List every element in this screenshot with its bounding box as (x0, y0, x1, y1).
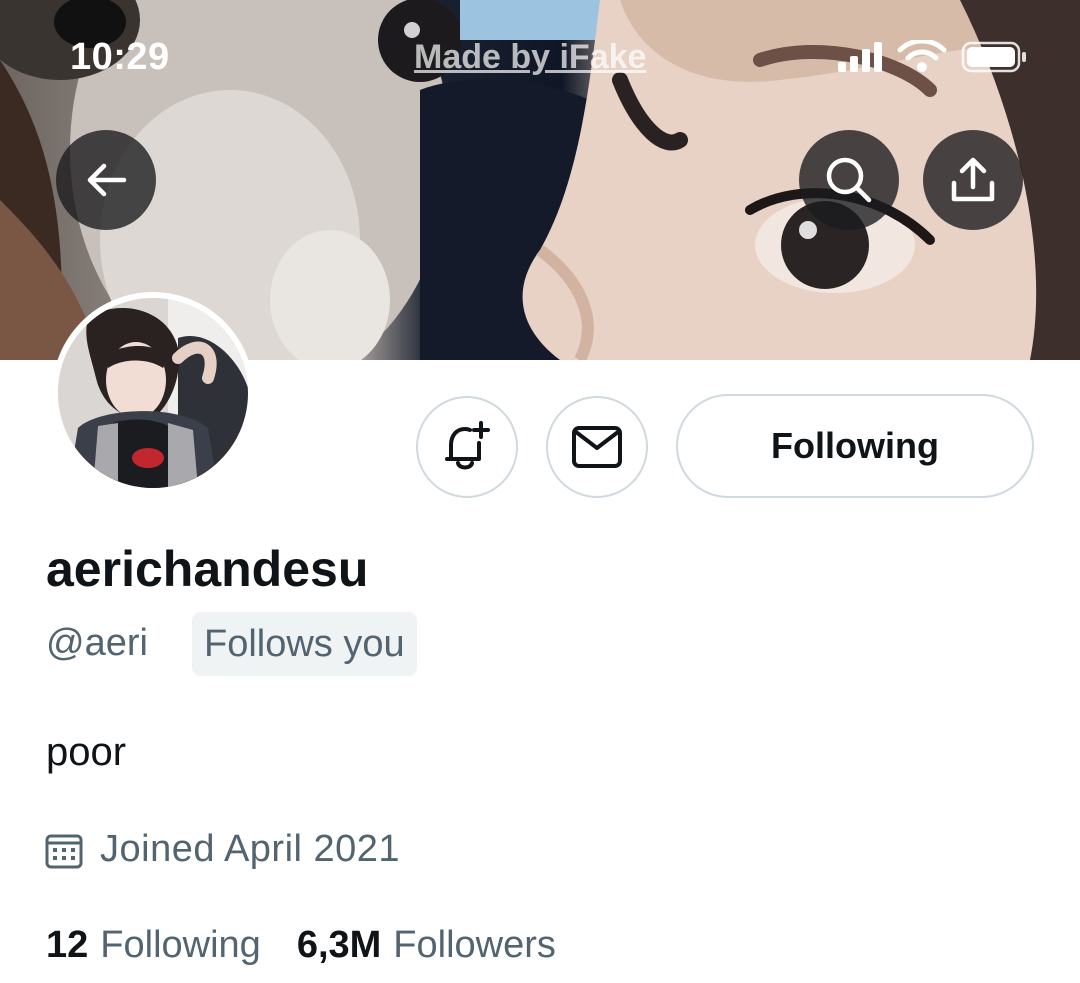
bell-plus-icon (445, 421, 490, 470)
message-button[interactable] (546, 396, 648, 498)
back-button[interactable] (56, 130, 156, 230)
user-handle: @aeri (46, 622, 148, 664)
follows-you-badge: Follows you (192, 612, 417, 676)
watermark-text: Made by iFake (414, 38, 647, 76)
status-bar-time: 10:29 (70, 36, 170, 78)
following-count: 12 (46, 924, 89, 966)
status-bar-icons (838, 40, 1026, 73)
profile-page: 10:29 Made by iFake Following aerichande… (0, 0, 1080, 983)
followers-stat-link[interactable]: 6,3M Followers (297, 924, 556, 967)
display-name: aerichandesu (46, 541, 369, 597)
joined-date-text: Joined April 2021 (100, 828, 401, 870)
followers-label: Followers (393, 924, 556, 966)
follow-stats: 12 Following 6,3M Followers (46, 924, 556, 967)
arrow-left-icon (87, 163, 127, 197)
share-button[interactable] (923, 130, 1023, 230)
share-upload-icon (951, 157, 995, 202)
profile-bio: poor (46, 730, 127, 774)
search-icon (826, 157, 872, 203)
following-button[interactable]: Following (676, 394, 1034, 498)
notifications-toggle-button[interactable] (416, 396, 518, 498)
profile-avatar[interactable] (52, 292, 254, 494)
followers-count: 6,3M (296, 924, 382, 966)
signal-icon (838, 42, 882, 72)
following-label: Following (100, 924, 261, 966)
following-stat-link[interactable]: 12 Following (46, 924, 261, 967)
battery-icon (961, 41, 1026, 73)
wifi-icon (897, 40, 947, 72)
calendar-icon (45, 834, 83, 868)
avatar-photo (58, 298, 248, 488)
joined-date-row: Joined April 2021 (44, 828, 400, 871)
search-button[interactable] (799, 130, 899, 230)
envelope-icon (572, 426, 622, 468)
